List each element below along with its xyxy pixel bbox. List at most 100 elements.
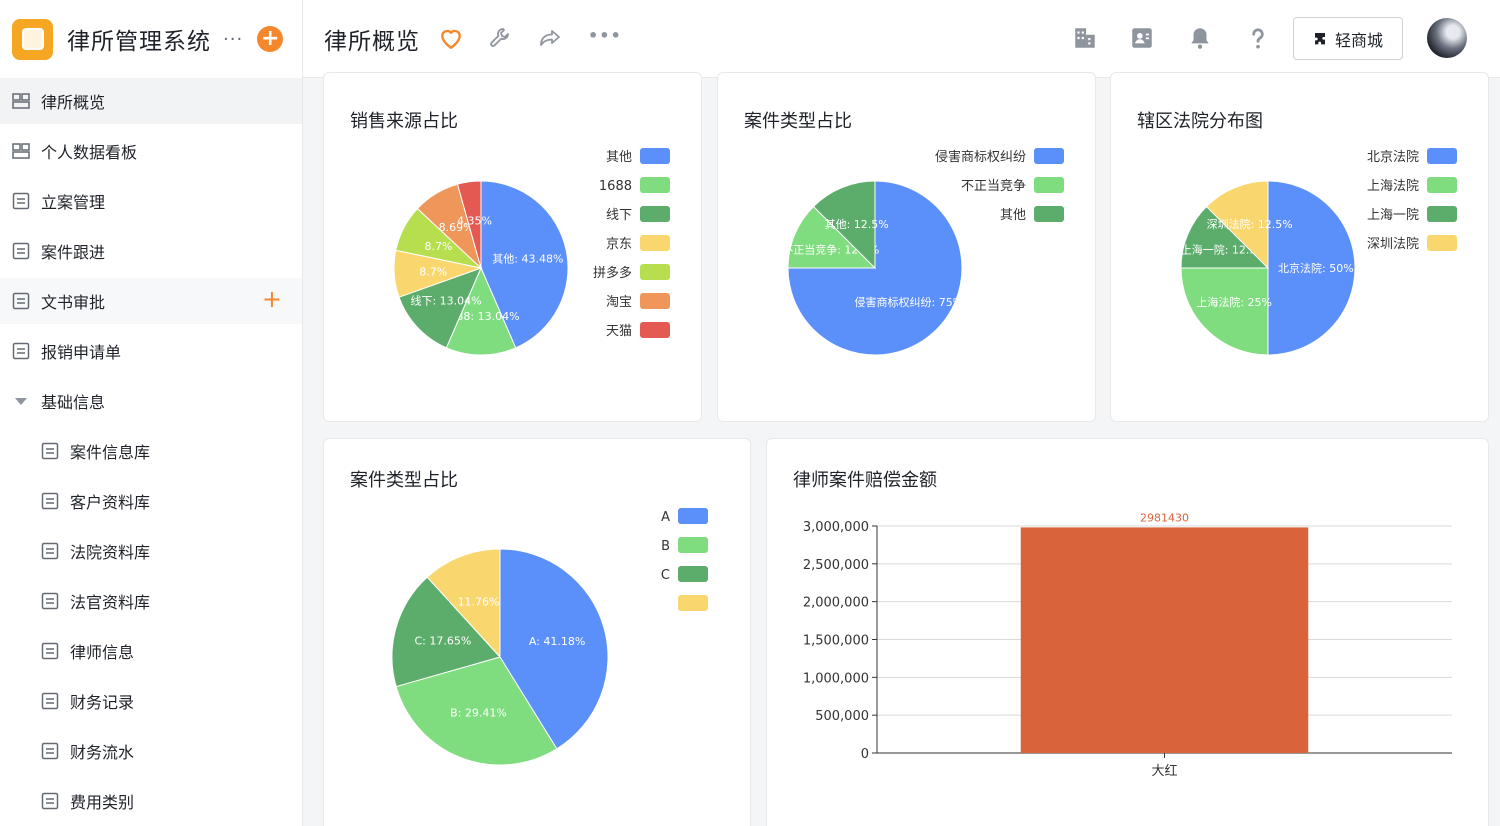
form-icon xyxy=(41,742,59,760)
sidebar-item-expense-category[interactable]: 费用类别 xyxy=(0,778,302,824)
y-tick-label: 500,000 xyxy=(815,709,869,724)
pie-slice-label: 侵害商标权纠纷: 75% xyxy=(855,295,964,309)
form-icon xyxy=(41,692,59,710)
bar[interactable] xyxy=(1020,527,1309,753)
chart-card-compensation: 律师案件赔偿金额 0 500,000 1,000,000 1,500,000 2,000… xyxy=(766,438,1489,826)
bell-icon[interactable] xyxy=(1187,25,1213,51)
sidebar-item-lawyer-info[interactable]: 律师信息 xyxy=(0,628,302,674)
case-type-abc-pie-chart: A: 41.18% B: 29.41% C: 17.65% 11.76% ABC xyxy=(391,508,708,766)
legend-label: 北京法院 xyxy=(1367,150,1419,165)
heart-icon[interactable] xyxy=(438,25,464,51)
pie-slice-label: 深圳法院: 12.5% xyxy=(1207,217,1293,231)
legend-swatch[interactable] xyxy=(1034,206,1064,222)
legend-label: 上海法院 xyxy=(1367,179,1419,194)
chart-card-case-type: 案件类型占比 侵害商标权纠纷: 75% 不正当竞争: 12.5% 其他: 12.5%… xyxy=(717,72,1096,422)
legend-swatch[interactable] xyxy=(640,293,670,309)
sidebar-item-case-follow[interactable]: 案件跟进 xyxy=(0,228,302,274)
sidebar-item-judge-library[interactable]: 法官资料库 xyxy=(0,578,302,624)
pie-slice-label: 4.35% xyxy=(457,215,492,228)
form-icon xyxy=(41,492,59,510)
app-logo-icon xyxy=(12,18,53,60)
sidebar-item-label: 案件信息库 xyxy=(70,443,151,462)
help-icon[interactable] xyxy=(1245,25,1271,51)
share-icon[interactable] xyxy=(538,26,562,50)
legend-swatch[interactable] xyxy=(1034,177,1064,193)
sidebar-item-document-approval[interactable]: 文书审批 + xyxy=(0,278,302,324)
legend-swatch[interactable] xyxy=(1427,235,1457,251)
form-icon xyxy=(12,242,30,260)
app-add-button[interactable]: + xyxy=(257,26,284,52)
legend-swatch[interactable] xyxy=(1427,206,1457,222)
court-distribution-pie-chart: 北京法院: 50%上海法院: 25%上海一院: 12.5%深圳法院: 12.5%… xyxy=(1180,148,1457,356)
pie-slice[interactable] xyxy=(1180,267,1269,356)
legend-swatch[interactable] xyxy=(640,264,670,280)
sidebar: 律所管理系统 ··· + 律所概览 个人数据看板 立案管理 案件跟进 文书审批 … xyxy=(0,0,303,826)
legend-swatch[interactable] xyxy=(640,148,670,164)
legend-label: 上海一院 xyxy=(1367,208,1419,223)
legend-label: A xyxy=(661,510,670,525)
app-title: 律所管理系统 xyxy=(67,29,211,55)
sidebar-item-expense-request[interactable]: 报销申请单 xyxy=(0,328,302,374)
sidebar-item-case-library[interactable]: 案件信息库 xyxy=(0,428,302,474)
sidebar-item-label: 财务记录 xyxy=(70,693,135,712)
avatar[interactable] xyxy=(1427,18,1467,58)
y-tick-label: 3,000,000 xyxy=(803,520,869,535)
legend-swatch[interactable] xyxy=(640,235,670,251)
sales-source-pie-chart: 其他: 43.48%1688: 13.04%线下: 13.04%8.7%8.7%… xyxy=(393,148,670,356)
sidebar-group-basic-info[interactable]: 基础信息 xyxy=(0,378,302,424)
sidebar-item-label: 律所概览 xyxy=(41,93,106,112)
chart-card-court-distribution: 辖区法院分布图 北京法院: 50% 上海法院: 25% 上海一院: 12.5% 深圳法… xyxy=(1110,72,1489,422)
contacts-icon[interactable] xyxy=(1129,25,1155,51)
sidebar-item-client-library[interactable]: 客户资料库 xyxy=(0,478,302,524)
sidebar-item-label: 客户资料库 xyxy=(70,493,151,512)
sidebar-item-overview[interactable]: 律所概览 xyxy=(0,78,302,124)
pie-slice-label: 其他: 43.48% xyxy=(492,252,563,265)
form-icon xyxy=(41,642,59,660)
legend-swatch[interactable] xyxy=(640,206,670,222)
form-icon xyxy=(12,292,30,310)
sidebar-item-finance-records[interactable]: 财务记录 xyxy=(0,678,302,724)
form-icon xyxy=(12,342,30,360)
sidebar-item-case-filing[interactable]: 立案管理 xyxy=(0,178,302,224)
sidebar-item-personal-dashboard[interactable]: 个人数据看板 xyxy=(0,128,302,174)
legend-swatch[interactable] xyxy=(678,566,708,582)
mall-button[interactable]: 轻商城 xyxy=(1293,17,1403,60)
page-title: 律所概览 xyxy=(324,28,420,55)
sidebar-item-court-library[interactable]: 法院资料库 xyxy=(0,528,302,574)
brand-header: 律所管理系统 ··· + xyxy=(0,0,302,78)
legend-swatch[interactable] xyxy=(678,537,708,553)
app-more-icon[interactable]: ··· xyxy=(223,29,243,50)
dashboard-icon xyxy=(12,142,30,160)
sidebar-item-label: 基础信息 xyxy=(41,393,106,412)
form-icon xyxy=(41,792,59,810)
legend-swatch[interactable] xyxy=(640,322,670,338)
wrench-icon[interactable] xyxy=(488,26,512,50)
legend-swatch[interactable] xyxy=(678,508,708,524)
legend-label: 京东 xyxy=(606,237,632,252)
legend-label: 1688 xyxy=(599,179,632,194)
form-icon xyxy=(41,592,59,610)
pie-slice-label: B: 29.41% xyxy=(450,706,507,719)
compensation-bar-chart: 0 500,000 1,000,000 1,500,000 2,000,000 2,500… xyxy=(803,511,1452,779)
pie-slice-label: 其他: 12.5% xyxy=(825,218,889,231)
legend-label: 深圳法院 xyxy=(1367,237,1419,252)
legend-swatch[interactable] xyxy=(1427,177,1457,193)
form-icon xyxy=(41,542,59,560)
sidebar-item-cash-flow[interactable]: 财务流水 xyxy=(0,728,302,774)
puzzle-icon xyxy=(1314,32,1325,44)
sidebar-item-label: 财务流水 xyxy=(70,743,135,762)
add-icon[interactable]: + xyxy=(262,287,282,311)
legend-label: 拼多多 xyxy=(593,265,632,281)
legend-swatch[interactable] xyxy=(1427,148,1457,164)
pie-slice-label: 北京法院: 50% xyxy=(1278,261,1354,275)
chart-card-sales-source: 销售来源占比 其他: 43.48% 1688: 13.04% 线下: 13.04% 8… xyxy=(323,72,702,422)
building-icon[interactable] xyxy=(1072,25,1098,51)
legend-swatch[interactable] xyxy=(640,177,670,193)
legend-label: B xyxy=(661,539,670,554)
legend-label: C xyxy=(661,568,670,583)
more-icon[interactable]: ••• xyxy=(588,26,622,45)
legend-swatch[interactable] xyxy=(678,595,708,611)
legend-label: 其他 xyxy=(1000,208,1026,223)
dashboard-icon xyxy=(12,92,30,110)
legend-swatch[interactable] xyxy=(1034,148,1064,164)
